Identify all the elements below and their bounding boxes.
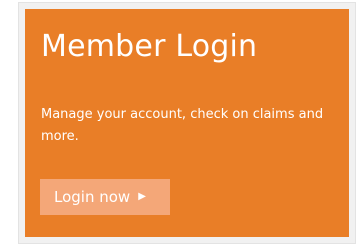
card-title: Member Login [41, 29, 258, 64]
member-login-card: Member Login Manage your account, check … [25, 9, 349, 237]
widget-frame: Member Login Manage your account, check … [18, 2, 356, 244]
card-description: Manage your account, check on claims and… [41, 107, 324, 144]
login-now-button[interactable]: Login now ▶ [40, 179, 170, 215]
triangle-right-icon: ▶ [138, 191, 146, 202]
login-now-label: Login now [54, 188, 131, 206]
